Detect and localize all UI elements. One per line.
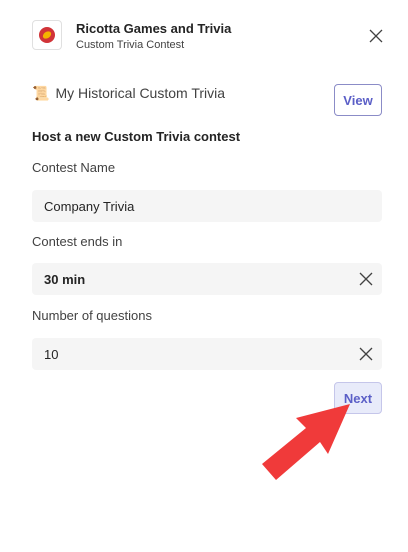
- pointer-arrow-icon: [262, 404, 350, 480]
- ricotta-logo-icon: [32, 20, 62, 50]
- contest-ends-clear-button[interactable]: [358, 271, 374, 287]
- clear-icon: [359, 272, 373, 286]
- historical-trivia-label: My Historical Custom Trivia: [55, 85, 226, 101]
- num-questions-dropdown[interactable]: 10: [32, 338, 382, 370]
- close-button[interactable]: [364, 24, 388, 48]
- num-questions-value: 10: [44, 346, 59, 362]
- historical-trivia-row: 📜 My Historical Custom Trivia: [32, 84, 225, 102]
- app-subtitle: Custom Trivia Contest: [76, 39, 185, 51]
- close-icon: [369, 29, 383, 43]
- contest-name-input[interactable]: Company Trivia: [32, 190, 382, 222]
- num-questions-label: Number of questions: [32, 308, 152, 323]
- view-button[interactable]: View: [334, 84, 382, 116]
- app-name: Ricotta Games and Trivia: [76, 21, 232, 36]
- contest-name-label: Contest Name: [32, 160, 116, 175]
- contest-ends-value: 30 min: [44, 271, 86, 287]
- section-title: Host a new Custom Trivia contest: [32, 129, 241, 144]
- contest-ends-label: Contest ends in: [32, 234, 123, 249]
- scroll-icon: 📜: [32, 85, 50, 101]
- clear-icon: [359, 347, 373, 361]
- contest-name-value: Company Trivia: [44, 198, 135, 214]
- app-header: Ricotta Games and Trivia Custom Trivia C…: [32, 18, 388, 54]
- num-questions-clear-button[interactable]: [358, 346, 374, 362]
- contest-ends-dropdown[interactable]: 30 min: [32, 263, 382, 295]
